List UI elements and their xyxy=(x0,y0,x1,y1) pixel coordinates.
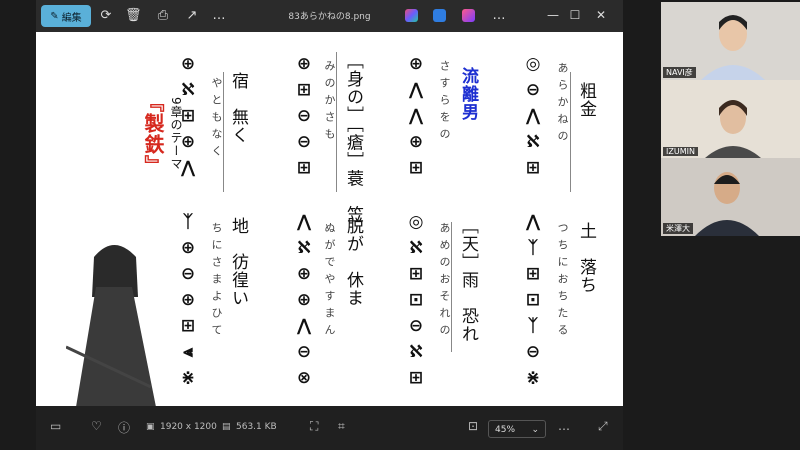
photo-viewer-window: ✎ 編集 ⟳ 🗑 ⎙ ↗ … 83あらかねの8.png … — ☐ ✕ 9章のテ… xyxy=(36,0,623,450)
c4-kanji-top: 宿 無く xyxy=(228,72,248,144)
clipchamp-icon[interactable] xyxy=(462,9,475,22)
chevron-down-icon: ⌄ xyxy=(531,425,539,435)
c1-glyphs-top: ◎ ⊖ ⋀ ℵ ⊞ xyxy=(525,54,541,178)
c1-kana-bottom: つちにおちたる xyxy=(556,222,569,341)
more-options-icon[interactable]: … xyxy=(558,419,570,433)
filesize-text: 563.1 KB xyxy=(236,422,277,432)
fullscreen-icon[interactable]: ⤢ xyxy=(598,419,608,434)
c3-kana-top: みのかさも xyxy=(323,60,336,145)
title-bar: ✎ 編集 ⟳ 🗑 ⎙ ↗ … 83あらかねの8.png … — ☐ ✕ xyxy=(36,0,623,32)
copilot-icon[interactable] xyxy=(405,9,418,22)
participant-tile: 米澤大 xyxy=(661,158,800,236)
c2-glyphs-bottom: ◎ ℵ ⊞ ⊡ ⊖ ℵ ⊞ xyxy=(408,212,424,388)
c3-glyphs-top: ⊕ ⊞ ⊖ ⊖ ⊞ xyxy=(296,54,312,178)
print-icon[interactable]: ⎙ xyxy=(155,8,171,24)
c3-kana-bottom: ぬがでやすまん xyxy=(323,222,336,341)
edit-icon: ✎ xyxy=(50,10,59,22)
filesize-icon: ▤ xyxy=(222,422,231,432)
minimize-icon[interactable]: — xyxy=(544,8,562,22)
fit-icon[interactable]: ⊡ xyxy=(468,419,478,433)
c4-kanji-bottom: 地 彷徨い xyxy=(228,217,248,307)
c1-kanji-top: 粗金 xyxy=(576,82,596,118)
participant-name: NAVI彦 xyxy=(663,67,696,78)
rotate-icon[interactable]: ⟳ xyxy=(98,8,114,24)
close-icon[interactable]: ✕ xyxy=(592,8,610,22)
c3-kanji-top: ［身の］［瘡］蓑 笠 xyxy=(343,52,363,224)
c4-divider xyxy=(223,72,224,192)
c4-glyphs-bottom: ᛉ ⊕ ⊖ ⊕ ⊞ ⫷ ⋇ xyxy=(180,212,196,388)
participant-name: 米澤大 xyxy=(663,223,693,234)
c4-kana-bottom: ちにさまよひて xyxy=(210,222,223,341)
delete-icon[interactable]: 🗑 xyxy=(125,8,142,24)
designer-icon[interactable] xyxy=(433,9,446,22)
image-canvas[interactable]: 9章のテーマ 『製鉄』 宿 無く やともなく 地 彷徨い ちにさまよひて ⊕ ℵ ⊞… xyxy=(36,32,623,406)
edit-button[interactable]: ✎ 編集 xyxy=(41,5,91,27)
crop-icon[interactable]: ⛶ xyxy=(310,419,318,434)
favorite-icon[interactable]: ♡ xyxy=(91,419,102,433)
character-illustration xyxy=(66,245,156,406)
c2-divider xyxy=(451,222,452,352)
c2-kanji-top: 流離男 xyxy=(458,67,478,121)
c2-kana-top: さすらをの xyxy=(438,60,451,145)
more-icon[interactable]: … xyxy=(211,8,227,24)
participant-tile: NAVI彦 xyxy=(661,2,800,80)
c3-glyphs-bottom: ⋀ ℵ ⊕ ⊕ ⋀ ⊖ ⊗ xyxy=(296,212,312,388)
status-bar: ▭ ♡ ⓘ ▣ 1920 x 1200 ▤ 563.1 KB ⛶ ⌗ ⊡ 45%… xyxy=(36,408,623,450)
resolution-icon: ▣ xyxy=(146,422,155,432)
c4-kana-top: やともなく xyxy=(210,77,223,162)
info-icon[interactable]: ⓘ xyxy=(118,419,130,436)
c1-kana-top: あらかねの xyxy=(556,62,569,147)
c4-glyphs-top: ⊕ ℵ ⊞ ⊕ ⋀ xyxy=(180,54,196,178)
participant-name: IZUMIN xyxy=(663,147,698,156)
c3-divider xyxy=(336,52,337,192)
c1-glyphs-bottom: ⋀ ᛉ ⊞ ⊡ ᛉ ⊖ ⋇ xyxy=(525,212,541,388)
edit-label: 編集 xyxy=(61,12,82,24)
resolution-text: 1920 x 1200 xyxy=(160,422,217,432)
ocr-icon[interactable]: ⌗ xyxy=(338,419,345,434)
c1-kanji-bottom: 土 落ち xyxy=(576,222,596,294)
c2-glyphs-top: ⊕ ⋀ ⋀ ⊕ ⊞ xyxy=(408,54,424,178)
c1-divider xyxy=(570,72,571,192)
participant-tile: IZUMIN xyxy=(661,80,800,158)
zoom-select[interactable]: 45% ⌄ xyxy=(488,420,546,438)
c3-kanji-bottom: 脱が 休ま xyxy=(343,217,363,307)
c2-kana-bottom: あめのおそれの xyxy=(438,222,451,341)
theme-title: 『製鉄』 xyxy=(141,92,165,176)
c2-kanji-bottom: ［天］雨 恐れ xyxy=(458,217,478,343)
overflow-icon[interactable]: … xyxy=(491,8,507,24)
maximize-icon[interactable]: ☐ xyxy=(566,8,584,22)
share-icon[interactable]: ↗ xyxy=(184,8,200,24)
filmstrip-icon[interactable]: ▭ xyxy=(50,419,61,433)
zoom-value: 45% xyxy=(495,425,516,435)
